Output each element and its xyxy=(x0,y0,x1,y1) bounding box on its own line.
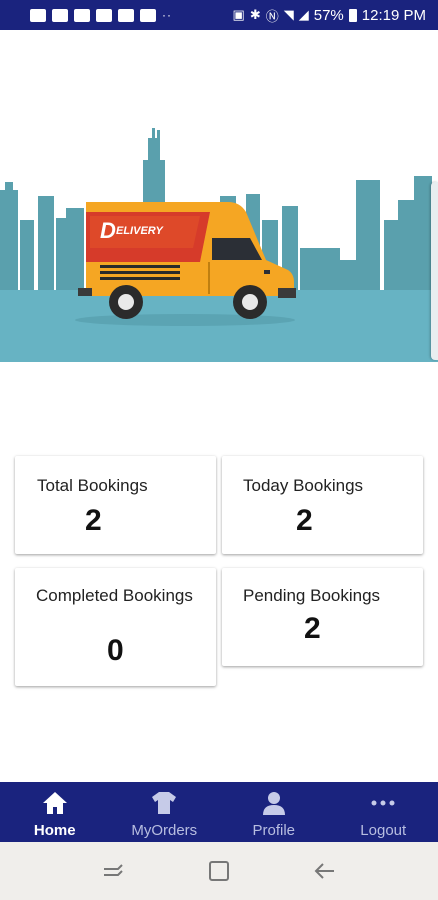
back-arrow-icon xyxy=(314,863,334,879)
download-icon xyxy=(140,8,156,22)
home-system-button[interactable] xyxy=(199,851,239,891)
dashboard-screen: ·· ▣ ✱ Ⓝ ◥ ◢ 57% 12:19 PM D ELIVERY Tota… xyxy=(0,0,438,900)
total-bookings-label: Total Bookings xyxy=(37,476,148,495)
completed-bookings-label: Completed Bookings xyxy=(36,586,193,605)
wifi-icon: ◥ xyxy=(283,7,294,22)
nav-item-profile[interactable]: Profile xyxy=(219,782,329,842)
bottom-navigation: Home MyOrders Profile Logout xyxy=(0,782,438,842)
back-button[interactable] xyxy=(305,851,345,891)
nav-label-profile: Profile xyxy=(252,822,296,839)
more-notifications-icon: ·· xyxy=(162,8,172,22)
van-logo-letter: D xyxy=(100,218,116,243)
nav-item-myorders[interactable]: MyOrders xyxy=(110,782,220,842)
completed-bookings-value: 0 xyxy=(107,634,124,667)
system-status: ▣ ✱ Ⓝ ◥ ◢ 57% 12:19 PM xyxy=(233,6,426,25)
recent-apps-icon xyxy=(104,864,123,876)
edge-panel-handle[interactable] xyxy=(431,182,438,360)
system-navigation-bar xyxy=(0,842,438,900)
youtube-icon xyxy=(30,8,46,22)
notification-icons: ·· xyxy=(30,8,172,22)
status-bar: ·· ▣ ✱ Ⓝ ◥ ◢ 57% 12:19 PM xyxy=(0,0,438,30)
today-bookings-value: 2 xyxy=(296,504,313,537)
battery-percent: 57% xyxy=(313,6,344,24)
delivery-banner: D ELIVERY xyxy=(0,120,438,362)
vibrate-icon: ▣ xyxy=(232,7,245,22)
home-square-icon xyxy=(209,861,229,881)
person-icon xyxy=(261,788,287,818)
more-dots-icon xyxy=(370,788,396,818)
nav-item-logout[interactable]: Logout xyxy=(329,782,438,842)
completed-bookings-card: Completed Bookings 0 xyxy=(15,568,216,686)
nav-label-logout: Logout xyxy=(360,822,407,839)
total-bookings-card: Total Bookings 2 xyxy=(15,456,216,554)
instagram-icon xyxy=(96,8,112,22)
shirt-icon xyxy=(151,788,177,818)
gallery-icon xyxy=(74,8,90,22)
today-bookings-card: Today Bookings 2 xyxy=(222,456,423,554)
image-icon xyxy=(118,8,134,22)
nav-label-home: Home xyxy=(33,822,76,839)
pending-bookings-card: Pending Bookings 2 xyxy=(222,568,423,666)
van-brand-text: ELIVERY xyxy=(116,225,165,237)
recent-apps-button[interactable] xyxy=(93,851,133,891)
signal-icon: ◢ xyxy=(298,7,309,22)
pending-bookings-label: Pending Bookings xyxy=(243,586,381,605)
bluetooth-icon: ✱ xyxy=(249,7,261,22)
city-skyline-illustration: D ELIVERY xyxy=(0,128,438,362)
clock: 12:19 PM xyxy=(361,6,426,24)
total-bookings-value: 2 xyxy=(85,504,102,537)
nav-label-myorders: MyOrders xyxy=(131,822,198,839)
today-bookings-label: Today Bookings xyxy=(243,476,364,495)
nav-item-home[interactable]: Home xyxy=(0,782,110,842)
battery-icon xyxy=(348,8,357,22)
pending-bookings-value: 2 xyxy=(304,612,321,645)
home-icon xyxy=(42,788,68,818)
nfc-icon: Ⓝ xyxy=(265,8,279,24)
youtube-icon xyxy=(52,8,68,22)
